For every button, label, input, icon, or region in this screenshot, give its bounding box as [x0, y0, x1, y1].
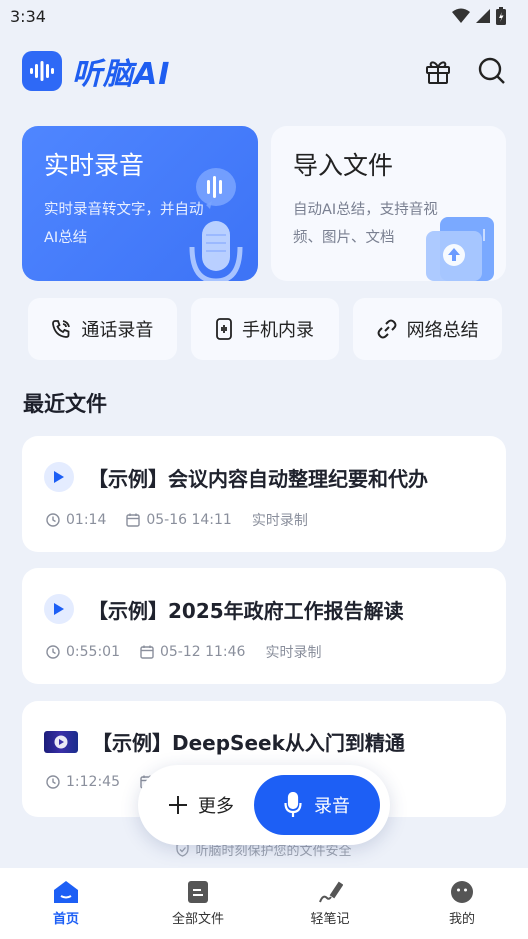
- video-thumbnail[interactable]: [44, 730, 78, 753]
- waveform-logo-icon: [22, 51, 62, 91]
- web-summary-button[interactable]: 网络总结: [353, 298, 503, 360]
- home-icon: [54, 881, 78, 903]
- search-icon[interactable]: [476, 55, 508, 87]
- clock-icon: [46, 775, 60, 789]
- record-button[interactable]: 录音: [254, 775, 380, 835]
- microphone-icon: [189, 168, 243, 281]
- file-card[interactable]: 【示例】2025年政府工作报告解读 0:55:01 05-12 11:46 实时…: [22, 568, 506, 684]
- play-icon[interactable]: [44, 462, 74, 492]
- realtime-record-desc: 实时录音转文字，并自动AI总结: [44, 202, 204, 246]
- status-time: 3:34: [10, 6, 46, 26]
- brand: 听脑AI: [22, 49, 170, 93]
- file-date: 05-16 14:11: [146, 512, 232, 528]
- battery-icon: [496, 7, 506, 25]
- file-date: 05-12 11:46: [159, 644, 246, 660]
- nav-home[interactable]: 首页: [0, 868, 132, 939]
- file-duration: 0:55:01: [66, 644, 120, 660]
- realtime-record-card[interactable]: 实时录音 实时录音转文字，并自动AI总结: [22, 126, 258, 281]
- app-header: 听脑AI: [22, 50, 508, 92]
- file-title: 【示例】会议内容自动整理纪要和代办: [88, 466, 428, 491]
- gift-icon[interactable]: [422, 55, 454, 87]
- file-meta: 01:14 05-16 14:11 实时录制: [44, 510, 484, 530]
- file-card[interactable]: 【示例】会议内容自动整理纪要和代办 01:14 05-16 14:11 实时录制: [22, 436, 506, 552]
- pen-icon: [319, 881, 343, 903]
- file-duration: 1:12:45: [66, 774, 120, 790]
- calendar-icon: [140, 645, 154, 659]
- play-icon[interactable]: [44, 594, 74, 624]
- nav-notes-label: 轻笔记: [310, 912, 350, 927]
- import-file-title: 导入文件: [293, 151, 394, 180]
- plus-icon: [169, 796, 187, 814]
- microphone-icon: [284, 792, 302, 817]
- file-source: 实时录制: [265, 645, 322, 661]
- header-actions: [422, 55, 508, 87]
- bottom-nav: 首页 全部文件 轻笔记 我的: [0, 868, 528, 939]
- import-file-card[interactable]: 导入文件 自动AI总结，支持音视频、图片、文档: [271, 126, 506, 281]
- phone-icon: [52, 320, 71, 338]
- more-button[interactable]: 更多: [168, 792, 234, 818]
- nav-notes[interactable]: 轻笔记: [264, 868, 396, 939]
- calendar-icon: [126, 513, 141, 527]
- phone-internal-record-label: 手机内录: [242, 320, 314, 341]
- app-name: 听脑AI: [72, 57, 171, 92]
- file-title: 【示例】DeepSeek从入门到精通: [92, 731, 405, 755]
- nav-home-label: 首页: [52, 912, 79, 927]
- more-label: 更多: [198, 796, 234, 817]
- call-record-label: 通话录音: [81, 320, 154, 341]
- quick-actions: 通话录音 手机内录 网络总结: [28, 298, 503, 360]
- file-meta: 0:55:01 05-12 11:46 实时录制: [44, 642, 484, 662]
- file-source: 实时录制: [251, 513, 308, 529]
- phone-internal-record-button[interactable]: 手机内录: [190, 298, 340, 360]
- file-title: 【示例】2025年政府工作报告解读: [88, 598, 404, 623]
- link-icon: [377, 319, 397, 339]
- clock-icon: [46, 645, 60, 659]
- status-bar: 3:34: [0, 0, 528, 32]
- status-icons: [452, 7, 506, 25]
- nav-profile[interactable]: 我的: [396, 868, 528, 939]
- document-icon: [188, 881, 208, 903]
- wifi-icon: [452, 8, 470, 23]
- phone-record-icon: [216, 318, 232, 340]
- folder-upload-icon: [426, 217, 494, 281]
- clock-icon: [46, 513, 60, 527]
- nav-all-files-label: 全部文件: [171, 912, 224, 927]
- web-summary-label: 网络总结: [406, 320, 479, 341]
- floating-action-bar: 更多 录音: [138, 765, 390, 845]
- call-record-button[interactable]: 通话录音: [28, 298, 177, 360]
- nav-all-files[interactable]: 全部文件: [132, 868, 264, 939]
- recent-files-title: 最近文件: [23, 392, 107, 416]
- nav-profile-label: 我的: [448, 912, 475, 927]
- record-label: 录音: [314, 796, 350, 817]
- profile-face-icon: [451, 881, 473, 903]
- signal-icon: [476, 9, 490, 23]
- file-duration: 01:14: [66, 512, 107, 528]
